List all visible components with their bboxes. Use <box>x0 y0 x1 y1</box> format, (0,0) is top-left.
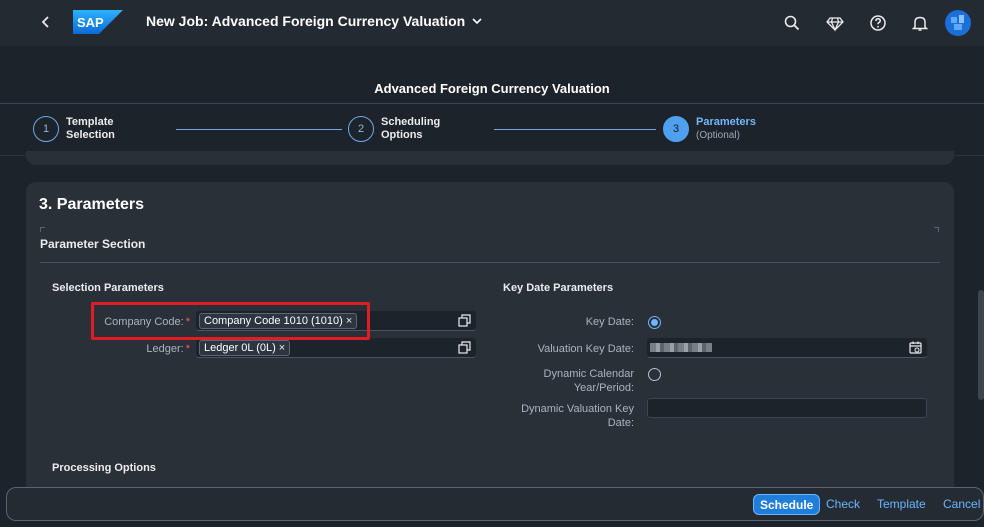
previous-section-card <box>26 151 954 165</box>
key-date-label: Key Date: <box>585 316 634 328</box>
key-date-parameters-title: Key Date Parameters <box>503 282 614 294</box>
section-divider <box>40 262 940 263</box>
wizard-step-2-label[interactable]: Scheduling Options <box>381 116 440 142</box>
dynamic-valuation-key-date-input[interactable] <box>647 398 927 418</box>
company-code-label: Company Code: * <box>104 316 190 328</box>
scroll-content[interactable]: 3. Parameters Parameter Section Selectio… <box>0 151 984 502</box>
key-date-radio[interactable] <box>648 316 661 329</box>
app-title: New Job: Advanced Foreign Currency Valua… <box>146 13 466 29</box>
object-header: Advanced Foreign Currency Valuation <box>0 46 984 104</box>
schedule-button[interactable]: Schedule <box>753 494 821 515</box>
cancel-button[interactable]: Cancel <box>937 494 984 515</box>
wizard-step-3[interactable]: 3 <box>663 116 689 142</box>
value-help-icon[interactable] <box>458 341 471 354</box>
selection-parameters-title: Selection Parameters <box>52 282 164 294</box>
parameters-card: 3. Parameters Parameter Section Selectio… <box>26 182 954 502</box>
processing-options-title: Processing Options <box>52 462 156 474</box>
check-button[interactable]: Check <box>820 494 866 515</box>
wizard-progress: 1 Template Selection 2 Scheduling Option… <box>0 104 984 156</box>
ledger-token: Ledger 0L (0L) × <box>199 340 291 356</box>
sap-logo[interactable]: SAP <box>73 10 123 34</box>
value-help-icon[interactable] <box>458 314 471 327</box>
redacted-date-value <box>650 343 712 352</box>
company-code-token: Company Code 1010 (1010) × <box>199 313 358 329</box>
scrollbar[interactable] <box>978 290 984 400</box>
company-code-input[interactable]: Company Code 1010 (1010) × <box>196 311 476 331</box>
bell-icon[interactable] <box>910 13 930 33</box>
section-corner <box>934 227 939 232</box>
template-button[interactable]: Template <box>871 494 932 515</box>
calendar-icon[interactable] <box>909 341 922 354</box>
chevron-down-icon <box>472 18 482 25</box>
footer-toolbar: Schedule Check Template Cancel <box>6 487 984 521</box>
search-icon[interactable] <box>782 13 802 33</box>
valuation-key-date-input[interactable] <box>647 338 927 358</box>
avatar[interactable] <box>945 10 971 36</box>
dynamic-calendar-radio[interactable] <box>648 368 661 381</box>
wizard-step-1[interactable]: 1 <box>33 116 59 142</box>
token-remove-icon[interactable]: × <box>279 341 285 355</box>
ledger-label: Ledger: * <box>146 343 190 355</box>
section-corner <box>40 227 45 232</box>
dynamic-valuation-key-date-label: Dynamic Valuation Key Date: <box>521 403 634 429</box>
dynamic-calendar-label: Dynamic Calendar Year/Period: <box>543 368 634 394</box>
ledger-input[interactable]: Ledger 0L (0L) × <box>196 338 476 358</box>
svg-text:SAP: SAP <box>77 15 104 30</box>
section-title: Parameter Section <box>40 237 146 251</box>
back-icon[interactable] <box>36 12 56 32</box>
diamond-icon[interactable] <box>825 13 845 33</box>
wizard-connector <box>176 129 342 130</box>
page-title: Advanced Foreign Currency Valuation <box>374 81 610 96</box>
token-remove-icon[interactable]: × <box>346 314 352 328</box>
bottom-edge <box>0 521 984 527</box>
wizard-connector <box>494 129 656 130</box>
help-icon[interactable] <box>868 13 888 33</box>
card-title: 3. Parameters <box>39 196 144 213</box>
wizard-step-3-label[interactable]: Parameters (Optional) <box>696 116 756 142</box>
wizard-step-1-label[interactable]: Template Selection <box>66 116 115 142</box>
wizard-step-2[interactable]: 2 <box>348 116 374 142</box>
app-title-menu[interactable]: New Job: Advanced Foreign Currency Valua… <box>146 13 483 29</box>
valuation-key-date-label: Valuation Key Date: <box>537 343 634 355</box>
shell-bar: SAP New Job: Advanced Foreign Currency V… <box>0 0 984 46</box>
